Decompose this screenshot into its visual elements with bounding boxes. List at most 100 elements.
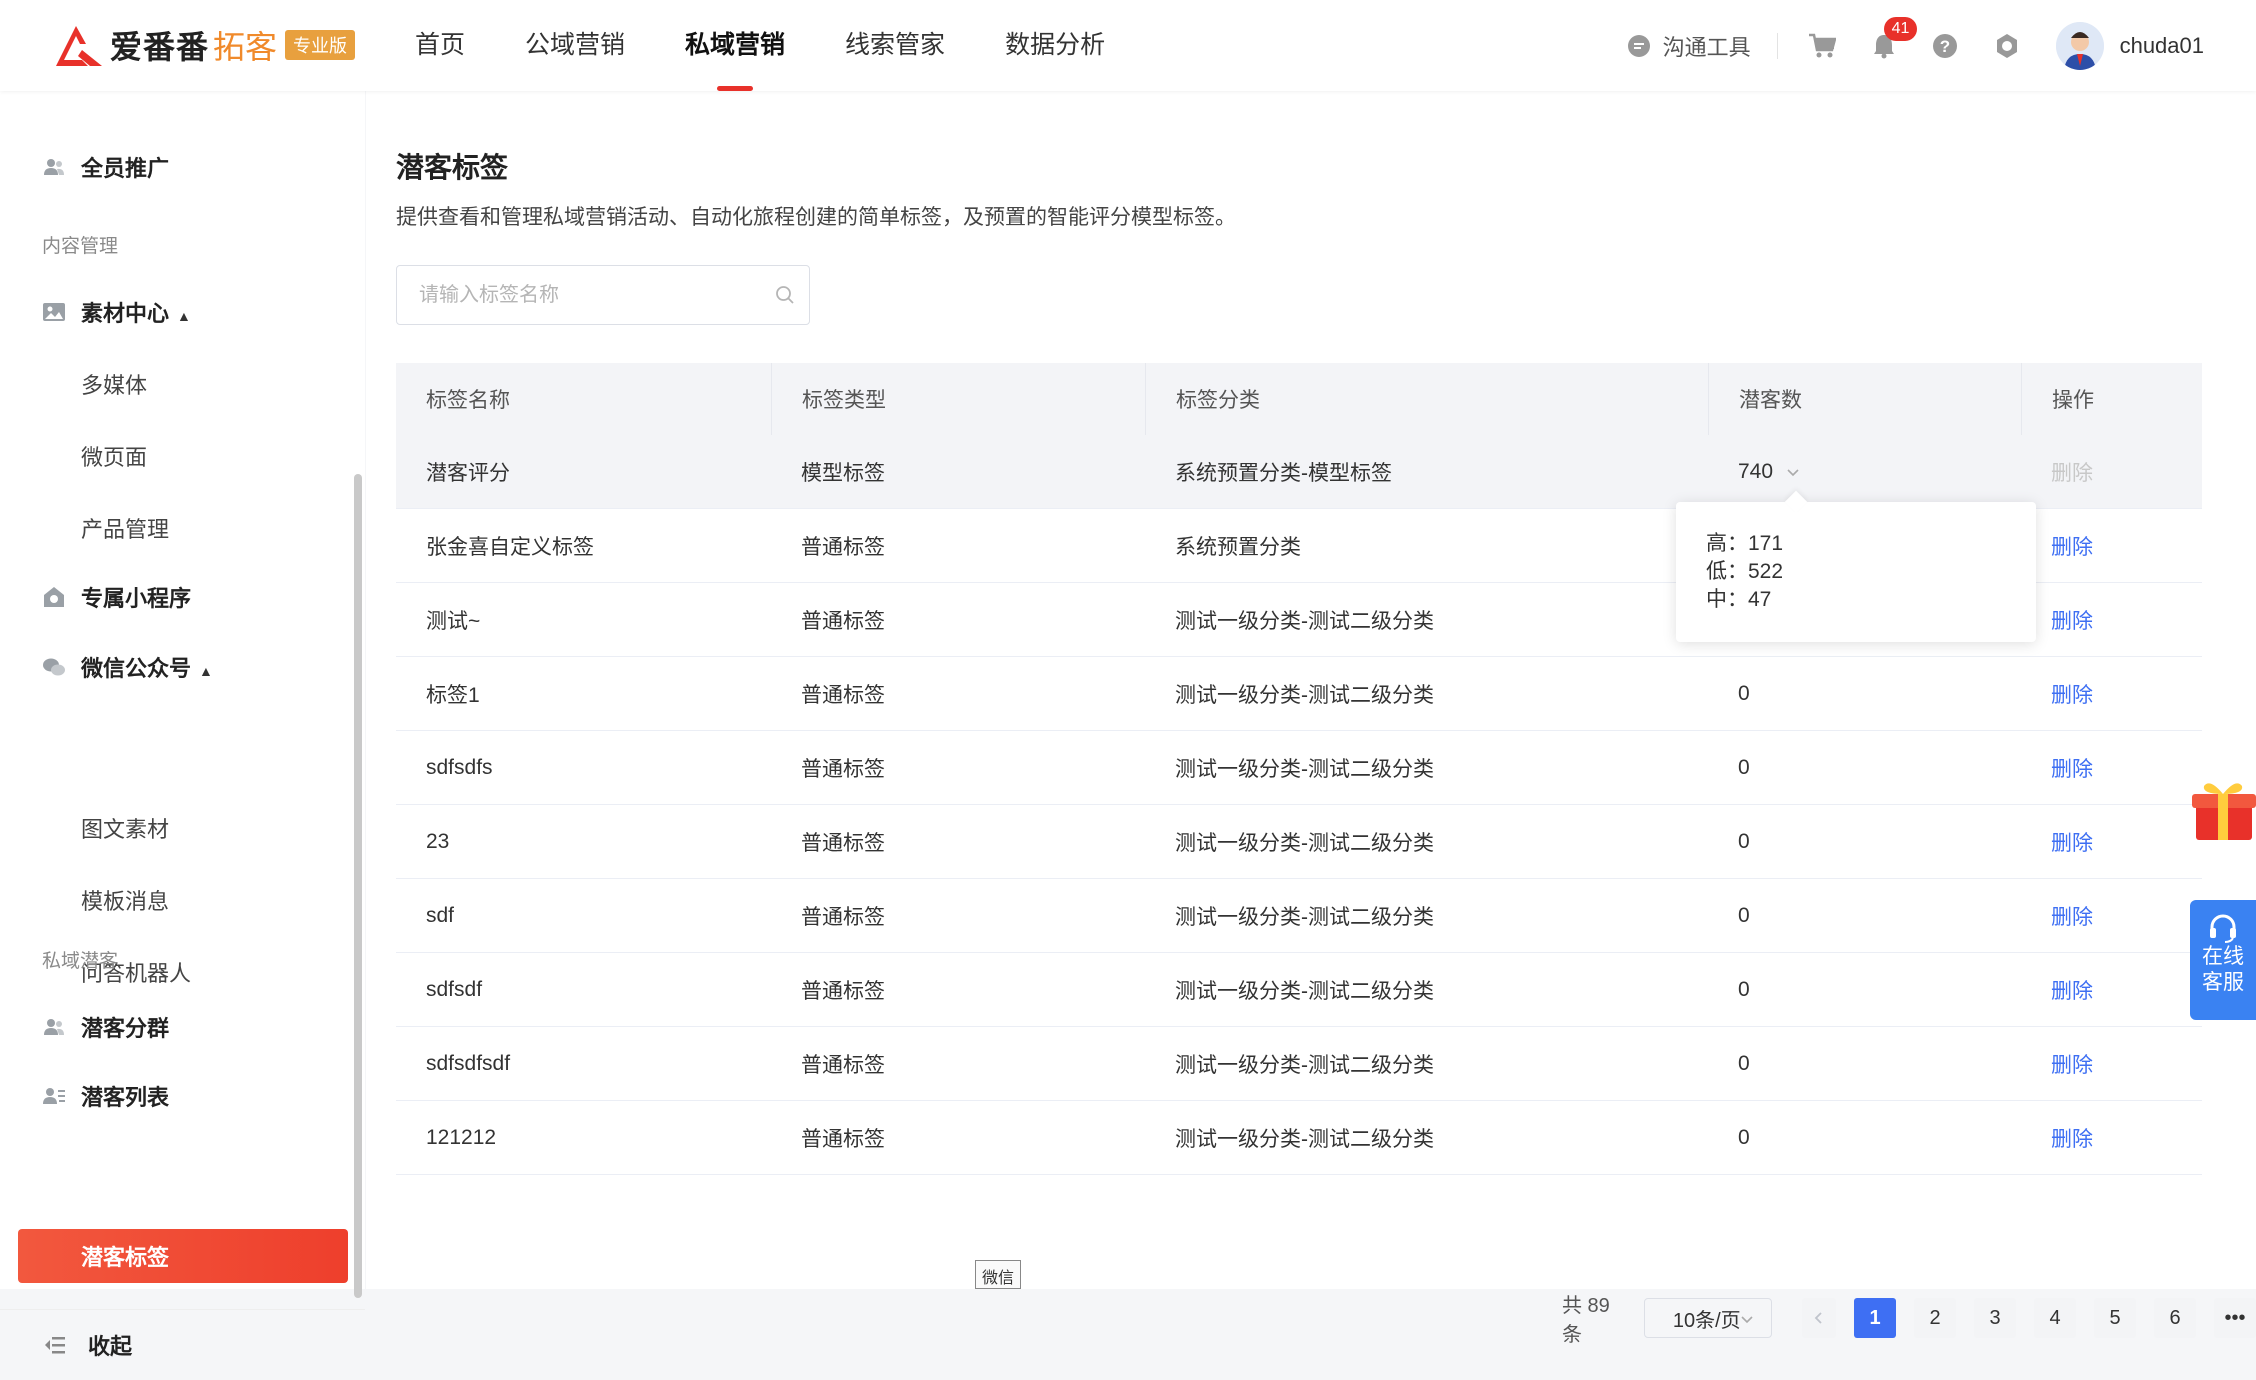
tags-table: 标签名称 标签类型 标签分类 潜客数 操作 潜客评分 模型标签 系统预置分类-模型标… (396, 363, 2202, 1175)
sidebar-item-label: 微信公众号 ▲ (81, 651, 213, 683)
online-service-line2: 客服 (2202, 971, 2244, 994)
page-button[interactable]: 6 (2154, 1298, 2196, 1338)
cart-button[interactable] (1808, 33, 1836, 59)
sidebar-subitem-multimedia[interactable]: 多媒体 (81, 368, 147, 400)
online-service-line1: 在线 (2202, 945, 2244, 968)
tag-category-cell-text: 系统预置分类-模型标签 (1175, 461, 1392, 485)
sidebar-item-label: 潜客标签 (81, 1245, 170, 1270)
lead-count-cell: 0 (1708, 682, 2021, 706)
tag-type-cell-text: 普通标签 (801, 757, 885, 781)
username[interactable]: chuda01 (2120, 33, 2204, 59)
page-button[interactable]: 2 (1914, 1298, 1956, 1338)
chat-icon (1627, 34, 1650, 57)
search-icon[interactable] (775, 285, 795, 305)
tag-name-cell: 标签1 (396, 679, 771, 709)
search-box[interactable] (396, 265, 810, 325)
page-button[interactable]: 1 (1854, 1298, 1896, 1338)
chevron-down-icon[interactable] (1785, 464, 1801, 480)
page-size-select[interactable]: 10条/页 (1643, 1298, 1772, 1338)
delete-link[interactable]: 删除 (2051, 832, 2093, 855)
material-center-text: 素材中心 (81, 301, 170, 326)
lead-count-cell: 0 (1708, 756, 2021, 780)
tag-type-cell-text: 模型标签 (801, 461, 885, 485)
table-row: sdfsdfs 普通标签 测试一级分类-测试二级分类 0 删除 (396, 731, 2202, 805)
lead-count-cell-text: 0 (1738, 903, 1750, 927)
column-header-text: 潜客数 (1739, 389, 1802, 412)
nav-item[interactable]: 私域营销 (670, 0, 800, 91)
sidebar-item-segment[interactable]: 潜客分群 (0, 997, 355, 1057)
page-button[interactable]: 5 (2094, 1298, 2136, 1338)
tag-type-cell: 模型标签 (771, 457, 1145, 487)
tag-name-cell-text: 测试~ (426, 609, 481, 633)
popover-line-high: 高：171 (1706, 532, 1784, 555)
tag-category-cell: 系统预置分类 (1145, 531, 1708, 561)
delete-link[interactable]: 删除 (2051, 1054, 2093, 1077)
nav-item[interactable]: 数据分析 (990, 0, 1120, 91)
sidebar-subitem-template-message[interactable]: 模板消息 (81, 884, 169, 916)
divider (1776, 32, 1778, 59)
main-nav: 首页 公域营销 私域营销 线索管家 数据分析 (385, 0, 1135, 91)
page-buttons: 123456•••9 (1854, 1298, 2256, 1338)
tag-type-cell: 普通标签 (771, 753, 1145, 783)
tag-category-cell: 测试一级分类-测试二级分类 (1145, 753, 1708, 783)
sidebar-item-wechat-official[interactable]: 微信公众号 ▲ (0, 637, 355, 697)
popover-line-low: 低：522 (1706, 560, 1784, 583)
wechat-official-text: 微信公众号 (81, 656, 192, 681)
action-cell: 删除 (2021, 975, 2202, 1005)
delete-link[interactable]: 删除 (2051, 906, 2093, 929)
group-icon (44, 1019, 64, 1035)
communication-tool-button[interactable]: 沟通工具 (1627, 30, 1751, 62)
sidebar-collapse-button[interactable]: 收起 (0, 1309, 365, 1380)
sidebar-item-tags[interactable]: 潜客标签 (18, 1229, 348, 1283)
nav-item[interactable]: 线索管家 (830, 0, 960, 91)
nav-item[interactable]: 公域营销 (510, 0, 640, 91)
column-header-text: 标签类型 (802, 389, 886, 412)
tag-type-cell: 普通标签 (771, 975, 1145, 1005)
tag-name-cell: 测试~ (396, 605, 771, 635)
pagination-total: 共 89 条 (1562, 1295, 1610, 1346)
sidebar-item-all-promotion[interactable]: 全员推广 (0, 137, 355, 197)
chevron-left-icon (1814, 1312, 1822, 1324)
settings-button[interactable] (1994, 33, 2020, 59)
page-button[interactable]: 4 (2034, 1298, 2076, 1338)
sidebar-subitem-article[interactable]: 图文素材 (81, 812, 169, 844)
gift-button[interactable] (2190, 776, 2256, 842)
lead-count-cell: 0 (1708, 1052, 2021, 1076)
delete-link[interactable]: 删除 (2051, 980, 2093, 1003)
sidebar-item-material-center[interactable]: 素材中心 ▲ (0, 282, 355, 342)
tag-name-cell-text: 张金喜自定义标签 (426, 535, 594, 559)
delete-link[interactable]: 删除 (2051, 684, 2093, 707)
table-row: sdfsdf 普通标签 测试一级分类-测试二级分类 0 删除 (396, 953, 2202, 1027)
nav-item[interactable]: 首页 (400, 0, 480, 91)
sidebar-scrollbar[interactable] (354, 474, 362, 1298)
tag-name-cell: sdfsdf (396, 978, 771, 1002)
column-header-text: 标签分类 (1176, 389, 1260, 412)
logo[interactable]: 爱番番 拓客 专业版 (52, 22, 356, 68)
column-header: 标签分类 (1145, 363, 1708, 435)
tag-type-cell-text: 普通标签 (801, 979, 885, 1003)
lead-count-cell-text: 0 (1738, 977, 1750, 1001)
notification-button[interactable]: 41 (1872, 16, 1918, 59)
score-distribution-popover: 高：171 低：522 中：47 (1676, 502, 2036, 642)
tag-category-cell-text: 测试一级分类-测试二级分类 (1175, 683, 1434, 707)
delete-link[interactable]: 删除 (2051, 758, 2093, 781)
help-icon: ? (1932, 33, 1957, 58)
online-service-button[interactable]: 在线 客服 (2190, 900, 2256, 1020)
search-input[interactable] (419, 266, 759, 324)
action-cell: 删除 (2021, 1123, 2202, 1153)
help-button[interactable]: ? (1932, 33, 1958, 59)
sidebar-subitem-micro-page[interactable]: 微页面 (81, 440, 147, 472)
delete-link[interactable]: 删除 (2051, 1128, 2093, 1151)
tag-category-cell-text: 测试一级分类-测试二级分类 (1175, 1053, 1434, 1077)
sidebar-item-mini-program[interactable]: 专属小程序 (0, 567, 355, 627)
image-icon (43, 303, 65, 321)
avatar[interactable] (2055, 21, 2104, 70)
page-button[interactable]: 3 (1974, 1298, 2016, 1338)
pagination-ellipsis[interactable]: ••• (2214, 1298, 2256, 1338)
prev-page-button[interactable] (1801, 1298, 1836, 1338)
delete-link[interactable]: 删除 (2051, 536, 2093, 559)
action-cell: 删除 (2021, 457, 2202, 487)
delete-link[interactable]: 删除 (2051, 610, 2093, 633)
sidebar-subitem-product[interactable]: 产品管理 (81, 512, 169, 544)
sidebar-item-list[interactable]: 潜客列表 (0, 1066, 355, 1126)
